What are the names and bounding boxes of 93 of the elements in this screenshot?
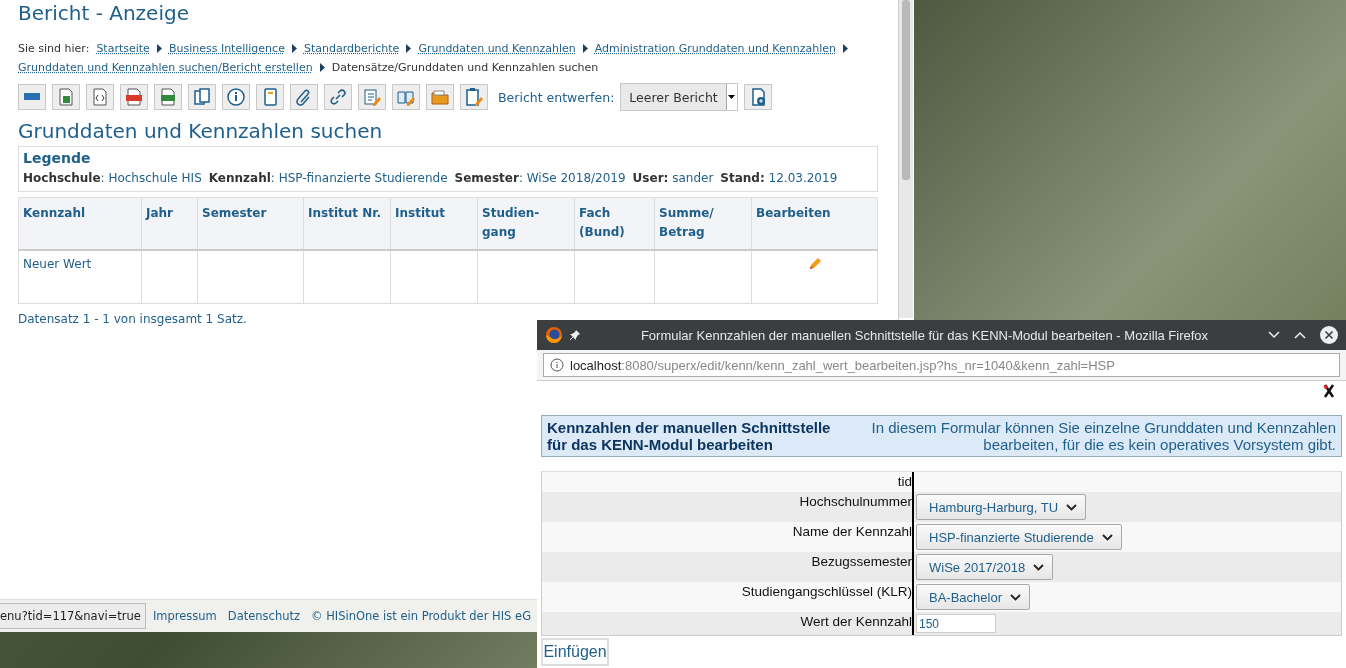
page-title: Bericht - Anzeige (18, 1, 190, 25)
chevron-icon (582, 44, 588, 53)
form-title: Kennzahlen der manuellen Schnittstelle für das KENN-Modul bearbeiten (547, 419, 832, 453)
pencil-icon[interactable] (807, 257, 822, 271)
book-pencil-button[interactable] (392, 84, 420, 110)
breadcrumb-label: Sie sind hier: (18, 41, 90, 57)
dropdown[interactable]: WiSe 2017/2018 (916, 554, 1054, 580)
form-description: In diesem Formular können Sie einzelne Grunddaten und Kennzahlen bearbeiten, für die es kein operatives Vorsystem gibt. (870, 419, 1336, 453)
paperclip-button[interactable] (290, 84, 318, 110)
maximize-button[interactable] (1294, 331, 1306, 339)
footer-link[interactable]: Impressum (152, 609, 217, 623)
code-file-icon (90, 87, 110, 107)
close-icon (1320, 326, 1338, 344)
link-button[interactable] (324, 84, 352, 110)
scrollbar[interactable] (899, 0, 913, 318)
insert-button[interactable]: Einfügen (541, 638, 609, 666)
pdf-icon (124, 87, 144, 107)
column-header: Bearbeiten (751, 197, 878, 250)
address-field[interactable]: localhost:8080/superx/edit/kenn/kenn_zahl_wert_bearbeiten.jsp?hs_nr=1040&kenn_zahl=HSP (543, 353, 1340, 377)
folder-icon (430, 87, 450, 107)
breadcrumb-link[interactable]: Business Intelligence (168, 39, 285, 58)
column-header: Fach (Bund) (574, 197, 655, 250)
pin-icon[interactable] (569, 329, 581, 341)
clipboard-pencil-icon (464, 87, 484, 107)
chevron-icon (843, 44, 849, 53)
copy-icon (192, 87, 212, 107)
info-icon (226, 87, 246, 107)
excel-button[interactable] (52, 84, 80, 110)
copy-button[interactable] (188, 84, 216, 110)
breadcrumb-link[interactable]: Startseite (96, 39, 150, 58)
dropdown[interactable]: Hamburg-Harburg, TU (916, 494, 1087, 520)
legend-item: Stand: 12.03.2019 (720, 171, 838, 185)
section-title: Grunddaten und Kennzahlen suchen (18, 119, 384, 143)
footer-link[interactable]: © HISinOne ist ein Produkt der HIS eG (311, 609, 532, 623)
legend-item: Hochschule: Hochschule HIS (23, 171, 202, 185)
close-button[interactable] (1320, 326, 1338, 344)
input-field[interactable]: 150 (916, 614, 996, 633)
document-pencil-icon (362, 87, 382, 107)
add-report-button[interactable] (743, 84, 772, 110)
dropdown[interactable]: HSP-finanzierte Studierende (916, 524, 1122, 550)
record-count: Datensatz 1 - 1 von insgesamt 1 Satz. (18, 312, 248, 326)
chevron-icon (291, 44, 297, 53)
footer-link[interactable]: Datenschutz (227, 609, 301, 623)
notebook-button[interactable] (256, 84, 284, 110)
dropdown[interactable]: BA-Bachelor (916, 584, 1030, 610)
column-header: Kennzahl (18, 197, 142, 250)
breadcrumb-current: Datensätze/Grunddaten und Kennzahlen suchen (331, 60, 599, 76)
folder-button[interactable] (426, 84, 454, 110)
table-cell: Neuer Wert (18, 250, 142, 304)
info-button[interactable] (222, 84, 250, 110)
chevron-down-icon (1010, 593, 1021, 601)
column-header: Semester (197, 197, 304, 250)
field-label: Wert der Kennzahl (542, 612, 914, 635)
figure-logo-icon (1322, 383, 1336, 399)
column-header: Institut Nr. (303, 197, 391, 250)
clipboard-pencil-button[interactable] (460, 84, 488, 110)
design-label: Bericht entwerfen: (498, 89, 615, 105)
link-icon (328, 87, 348, 107)
breadcrumb-link[interactable]: Grunddaten und Kennzahlen (418, 39, 576, 58)
chevron-down-icon (1033, 563, 1045, 571)
legend-item: User: sander (632, 171, 714, 185)
pdf-button[interactable] (120, 84, 148, 110)
html-button[interactable] (18, 84, 46, 110)
scroll-thumb[interactable] (902, 0, 910, 180)
column-header: Institut (390, 197, 478, 250)
breadcrumb-link[interactable]: Grunddaten und Kennzahlen suchen/Bericht erstellen (18, 58, 313, 77)
chevron-icon (156, 44, 162, 53)
legend-item: Kennzahl: HSP-finanzierte Studierende (208, 171, 448, 185)
chevron-down-icon (1101, 533, 1113, 541)
chevron-down-icon (1066, 503, 1078, 511)
column-header: Studien-gang (477, 197, 575, 250)
excel-icon (56, 87, 76, 107)
csv-button[interactable] (154, 84, 182, 110)
caret-icon (728, 95, 736, 99)
chevron-icon (319, 63, 325, 72)
report-select[interactable]: Leerer Bericht (620, 83, 738, 111)
column-header: Summe/ Betrag (654, 197, 752, 250)
breadcrumb-link[interactable]: Administration Grunddaten und Kennzahlen (594, 39, 837, 58)
csv-icon (158, 87, 178, 107)
document-pencil-button[interactable] (358, 84, 386, 110)
legend-title: Legende (23, 150, 92, 166)
window-title: Formular Kennzahlen der manuellen Schnittstelle für das KENN-Modul bearbeiten - Mozilla Firefox (639, 327, 1210, 343)
legend-item: Semester: WiSe 2018/2019 (454, 171, 626, 185)
column-header: Jahr (141, 197, 198, 250)
breadcrumb-link[interactable]: Standardberichte (303, 39, 400, 58)
status-url: enu?tid=117&navi=true (0, 603, 146, 629)
chevron-up-icon (1294, 331, 1306, 339)
chevron-icon (406, 44, 412, 53)
chevron-down-icon (1268, 331, 1280, 339)
browser-logo-icon (545, 326, 563, 344)
info-icon (550, 358, 564, 372)
code-file-button[interactable] (86, 84, 114, 110)
minimize-button[interactable] (1268, 331, 1280, 339)
